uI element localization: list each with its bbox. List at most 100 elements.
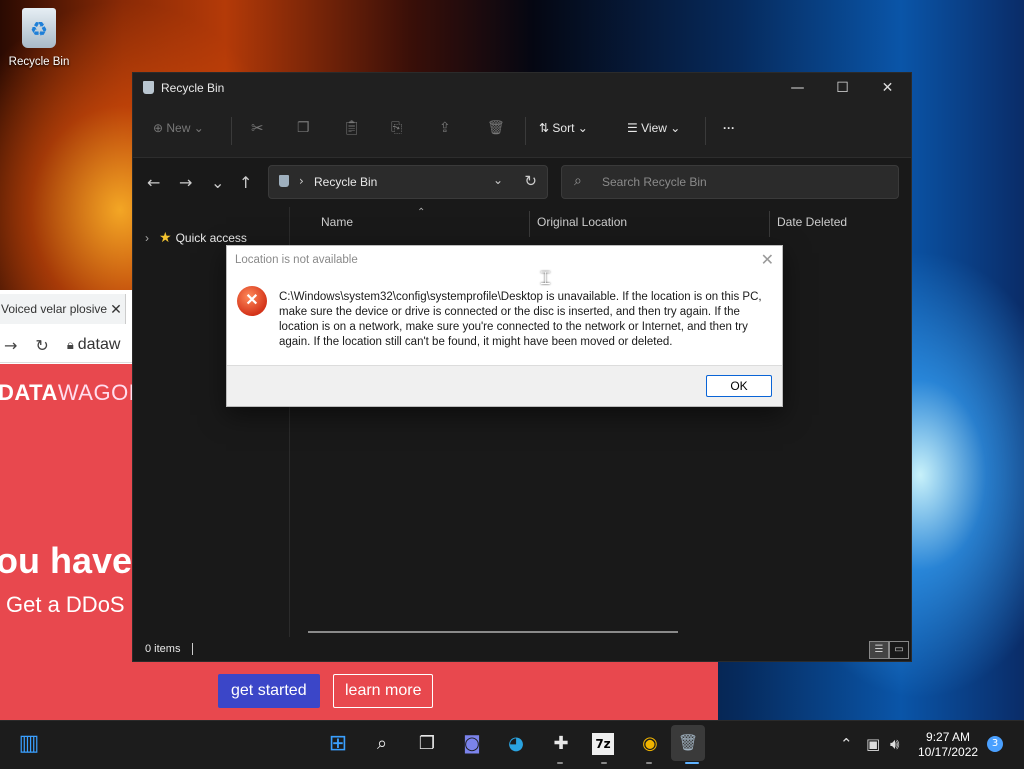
address-row: ← → ⌄ ↑ › Recycle Bin ⌄ ↻ ⌕ Search Recyc… [133, 159, 911, 207]
browser-tab[interactable]: Voiced velar plosive ✕ [0, 294, 126, 324]
more-button[interactable]: ··· [723, 121, 735, 135]
item-count: 0 items [145, 643, 181, 655]
dialog-footer: OK [227, 365, 782, 406]
sort-ascending-icon: ⌃ [417, 207, 426, 218]
view-icon: ☰ [627, 121, 638, 135]
error-icon: ✕ [237, 286, 267, 316]
taskbar: ▥ ⊞ ⌕ ❐ ◙ ◕ ✚ 7z ◉ 🗑︎ ⌃ ▣ 🔊︎ 9:27 AM 10/… [0, 720, 1024, 769]
task-view-widget-icon[interactable]: ▥ [16, 731, 42, 757]
separator [705, 117, 706, 145]
sort-button[interactable]: ⇅ Sort ⌄ [539, 121, 588, 135]
maximize-button[interactable]: ☐ [820, 73, 865, 103]
volume-icon[interactable]: 🔊︎ [890, 735, 899, 753]
refresh-icon[interactable]: ↻ [524, 172, 537, 190]
paste-icon[interactable]: 📋︎ [343, 119, 361, 136]
command-bar: ⊕ New ⌄ ✂ ❐ 📋︎ ⎘ ⇪ 🗑︎ ⇅ Sort ⌄ ☰ View ⌄ … [133, 103, 911, 158]
task-view-icon[interactable]: ❐ [414, 731, 440, 757]
hero-heading: ou have [0, 540, 133, 581]
desktop-recycle-bin[interactable]: Recycle Bin [6, 8, 72, 68]
ok-button[interactable]: OK [706, 375, 772, 397]
column-divider[interactable] [529, 211, 530, 237]
running-indicator [601, 762, 607, 764]
learn-more-button[interactable]: learn more [333, 674, 434, 708]
view-label: View [641, 121, 667, 135]
up-icon[interactable]: ↑ [239, 173, 252, 192]
sort-icon: ⇅ [539, 121, 550, 135]
delete-icon[interactable]: 🗑︎ [487, 119, 505, 136]
tiles-view-icon[interactable]: ▭ [889, 641, 909, 659]
separator [525, 117, 526, 145]
details-view-icon[interactable]: ☰ [869, 641, 889, 659]
recycle-bin-icon [22, 8, 56, 48]
new-button[interactable]: ⊕ New ⌄ [153, 121, 204, 135]
lock-icon[interactable]: 🔒︎ [67, 338, 74, 353]
search-box[interactable]: ⌕ Search Recycle Bin [561, 165, 899, 199]
share-icon[interactable]: ⇪ [439, 119, 451, 136]
search-placeholder: Search Recycle Bin [602, 175, 707, 189]
close-icon[interactable]: ✕ [761, 250, 774, 270]
clock[interactable]: 9:27 AM 10/17/2022 [918, 730, 978, 760]
column-header-name[interactable]: Name [321, 215, 353, 229]
recycle-bin-icon [143, 81, 154, 94]
browser-url[interactable]: dataw [78, 336, 121, 354]
copy-icon[interactable]: ❐ [297, 119, 310, 136]
back-icon[interactable]: ← [147, 173, 160, 192]
rename-icon[interactable]: ⎘ [391, 119, 402, 136]
clock-time: 9:27 AM [926, 730, 971, 744]
status-bar: 0 items ☰ ▭ [133, 637, 911, 661]
forward-icon[interactable]: → [4, 336, 17, 355]
start-icon[interactable]: ⊞ [325, 731, 351, 757]
reload-icon[interactable]: ↻ [35, 336, 48, 355]
edge-icon[interactable]: ◕ [503, 731, 529, 757]
dialog-message: C:\Windows\system32\config\systemprofile… [279, 291, 762, 348]
running-indicator [646, 762, 652, 764]
address-text: Recycle Bin [314, 175, 378, 189]
browser-tab-title: Voiced velar plosive [1, 302, 107, 316]
separator [231, 117, 232, 145]
sort-label: Sort [552, 121, 575, 135]
sidebar-item-quick-access[interactable]: › ★ Quick access [145, 229, 247, 246]
column-header-date-deleted[interactable]: Date Deleted [777, 215, 847, 229]
active-indicator [685, 762, 699, 764]
clock-date: 10/17/2022 [918, 745, 979, 759]
error-dialog: Location is not available ✕ ✕ C:\Windows… [226, 245, 783, 407]
address-bar[interactable]: › Recycle Bin ⌄ ↻ [268, 165, 548, 199]
quick-access-label: Quick access [175, 231, 247, 245]
recycle-bin-taskbar-icon[interactable]: 🗑︎ [671, 725, 705, 761]
sevenzip-icon[interactable]: 7z [592, 733, 614, 755]
search-icon: ⌕ [574, 173, 582, 189]
chevron-up-icon[interactable]: ⌃ [840, 735, 853, 753]
horizontal-scrollbar[interactable] [308, 631, 678, 633]
cut-icon[interactable]: ✂ [251, 119, 264, 137]
get-started-button[interactable]: get started [218, 674, 320, 708]
logo-bold: DATA [0, 380, 58, 405]
recycle-bin-icon [279, 175, 289, 187]
hero-subheading: Get a DDoS [6, 592, 125, 617]
app-icon[interactable]: ✚ [548, 731, 574, 757]
chevron-right-icon[interactable]: › [145, 231, 149, 245]
chrome-icon[interactable]: ◉ [637, 731, 663, 757]
status-divider [192, 643, 193, 655]
star-icon: ★ [159, 229, 172, 245]
explorer-titlebar[interactable]: Recycle Bin — ☐ ✕ [133, 73, 911, 103]
running-indicator [557, 762, 563, 764]
mouse-cursor-icon: ⌶ [540, 268, 551, 289]
close-icon[interactable]: ✕ [107, 301, 125, 318]
network-icon[interactable]: ▣ [866, 735, 880, 753]
window-title: Recycle Bin [161, 81, 225, 95]
close-button[interactable]: ✕ [865, 73, 910, 103]
view-button[interactable]: ☰ View ⌄ [627, 121, 680, 135]
forward-icon[interactable]: → [179, 173, 192, 192]
search-icon[interactable]: ⌕ [369, 731, 395, 757]
recent-locations-icon[interactable]: ⌄ [211, 173, 224, 192]
dialog-title: Location is not available [235, 254, 358, 266]
desktop-recycle-bin-label: Recycle Bin [8, 56, 70, 68]
chevron-right-icon: › [299, 174, 304, 188]
teams-chat-icon[interactable]: ◙ [459, 731, 485, 757]
site-logo[interactable]: DATAWAGON [0, 380, 145, 406]
column-divider[interactable] [769, 211, 770, 237]
column-header-original-location[interactable]: Original Location [537, 215, 627, 229]
minimize-button[interactable]: — [775, 73, 820, 103]
notification-badge[interactable]: 3 [987, 736, 1003, 752]
chevron-down-icon[interactable]: ⌄ [493, 173, 503, 187]
